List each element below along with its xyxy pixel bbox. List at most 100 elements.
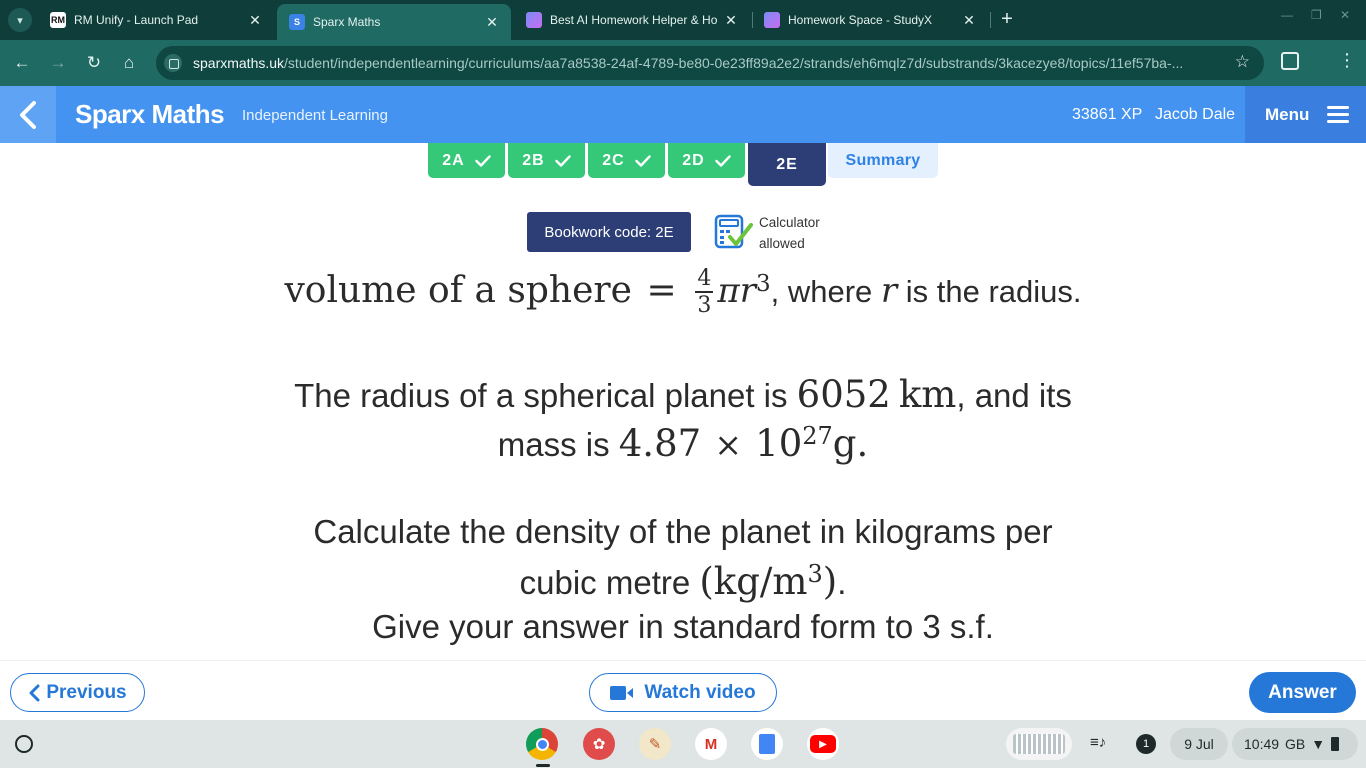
formula-exponent: 3 [755,270,771,297]
sparx-logo[interactable]: Sparx Maths [75,99,225,130]
notification-count[interactable]: 1 [1136,734,1156,754]
mass-text: mass is [497,426,610,463]
task-tab-2e[interactable]: 2E [748,143,826,186]
calculator-allowed-icon [714,214,753,249]
new-tab-button[interactable]: + [996,8,1018,30]
watch-video-button[interactable]: Watch video [589,673,777,712]
extensions-icon[interactable] [1281,52,1299,70]
radius-text-end: , and its [956,377,1072,414]
close-tab-icon[interactable]: ✕ [722,12,740,29]
browser-tab-ai-homework[interactable]: Best AI Homework Helper & Ho ✕ [514,4,750,36]
bookwork-code: Bookwork code: 2E [527,212,691,252]
task-tab-2d[interactable]: 2D [668,143,745,178]
task-tab-label: 2E [776,155,798,173]
site-info-icon[interactable] [164,54,182,72]
task-tab-label: 2C [602,151,625,169]
cube-icon [526,12,542,28]
minimize-icon[interactable]: — [1281,8,1293,22]
wifi-icon: ▼ [1311,736,1326,752]
browser-menu-icon[interactable]: ⋮ [1338,51,1356,69]
mass-base: 10 [755,422,803,465]
fraction-numerator: 4 [695,266,714,293]
density-unit-text: cubic metre [519,564,691,601]
density-text: Calculate the density of the planet in k… [313,513,1053,550]
video-camera-icon [610,685,634,700]
answer-label: Answer [1268,681,1337,703]
task-tab-2b[interactable]: 2B [508,143,585,178]
os-shelf: ✿ ✎ M ▶ ≡♪ 1 9 Jul 10:49 GB ▼ [0,720,1366,768]
battery-icon [1331,737,1340,751]
youtube-play: ▶ [810,735,836,753]
question-instruction: Give your answer in standard form to 3 s… [372,608,994,645]
youtube-icon[interactable]: ▶ [807,728,839,760]
checkmark-icon [555,154,571,167]
clock-time: 10:49 [1244,736,1280,752]
palette-icon[interactable]: ✿ [583,728,615,760]
previous-button[interactable]: Previous [10,673,145,712]
density-unit: (kg/m [699,560,808,603]
holding-space-preview[interactable] [1006,728,1072,760]
task-tab-2a[interactable]: 2A [428,143,505,178]
browser-tab-rm-unify[interactable]: RM RM Unify - Launch Pad ✕ [38,4,274,36]
checkmark-icon [635,154,651,167]
status-area[interactable]: 10:49 GB ▼ [1232,728,1358,760]
gmail-icon[interactable]: M [695,728,727,760]
url-host: sparxmaths.uk [193,55,285,71]
close-window-icon[interactable]: ✕ [1340,8,1350,22]
answer-button[interactable]: Answer [1249,672,1356,713]
browser-tab-sparx-maths[interactable]: S Sparx Maths ✕ [277,4,511,40]
formula-where: , where [770,274,873,310]
calculator-status: Calculator allowed [759,212,820,254]
formula-r: r [739,271,756,312]
address-bar[interactable]: sparxmaths.uk/student/independentlearnin… [156,46,1264,80]
formula-equals: = [646,270,677,312]
thumbnail-strip [1013,734,1065,754]
tab-search-button[interactable]: ▾ [8,8,32,32]
restore-icon[interactable]: ❐ [1311,8,1322,22]
keyboard-locale: GB [1285,736,1306,752]
active-app-indicator [536,764,550,767]
close-tab-icon[interactable]: ✕ [960,12,978,29]
checkmark-icon [715,154,731,167]
chevron-left-icon [20,100,36,129]
mass-times: × [714,425,742,464]
home-icon[interactable]: ⌂ [117,51,141,75]
menu-label: Menu [1265,104,1310,124]
radius-value: 6052 [796,373,891,416]
task-tab-label: 2B [522,151,545,169]
browser-toolbar: ← → ↻ ⌂ sparxmaths.uk/student/independen… [0,40,1366,86]
checkmark-icon [475,154,491,167]
menu-button[interactable]: Menu [1245,86,1366,143]
formula-pi: π [717,271,740,312]
forward-arrow-icon[interactable]: → [46,51,70,75]
sphere-volume-formula: volume of a sphere = 4 3 πr3, where r is t… [0,266,1366,320]
back-button[interactable] [0,86,56,143]
density-close: ) [822,560,838,603]
close-tab-icon[interactable]: ✕ [246,12,264,29]
browser-tab-studyx[interactable]: Homework Space - StudyX ✕ [752,4,988,36]
canvas-icon[interactable]: ✎ [639,728,671,760]
media-controls-icon[interactable]: ≡♪ [1090,734,1106,751]
bookmark-star-icon[interactable]: ☆ [1235,52,1250,72]
user-name: Jacob Dale [1155,106,1236,123]
xp-counter: 33861 XP [1072,106,1143,123]
close-tab-icon[interactable]: ✕ [483,14,501,31]
mass-unit: g [832,422,857,465]
chrome-icon[interactable] [526,728,558,760]
browser-tab-strip: ▾ RM RM Unify - Launch Pad ✕ S Sparx Mat… [0,0,1366,40]
date-display[interactable]: 9 Jul [1170,728,1228,760]
task-tab-label: 2D [682,151,705,169]
reload-icon[interactable]: ↻ [82,51,106,75]
density-end: . [837,564,847,601]
question-action-bar: Previous Watch video Answer [0,660,1366,720]
task-tab-summary[interactable]: Summary [828,143,938,178]
task-tab-2c[interactable]: 2C [588,143,665,178]
launcher-icon[interactable] [15,735,33,753]
formula-lhs: volume of a sphere [284,270,632,312]
back-arrow-icon[interactable]: ← [10,51,34,75]
calculator-label: Calculator [759,215,820,230]
url-text[interactable]: sparxmaths.uk/student/independentlearnin… [193,55,1223,71]
url-path: /student/independentlearning/curriculums… [284,55,1184,71]
mass-coefficient: 4.87 [618,422,702,465]
docs-icon[interactable] [751,728,783,760]
